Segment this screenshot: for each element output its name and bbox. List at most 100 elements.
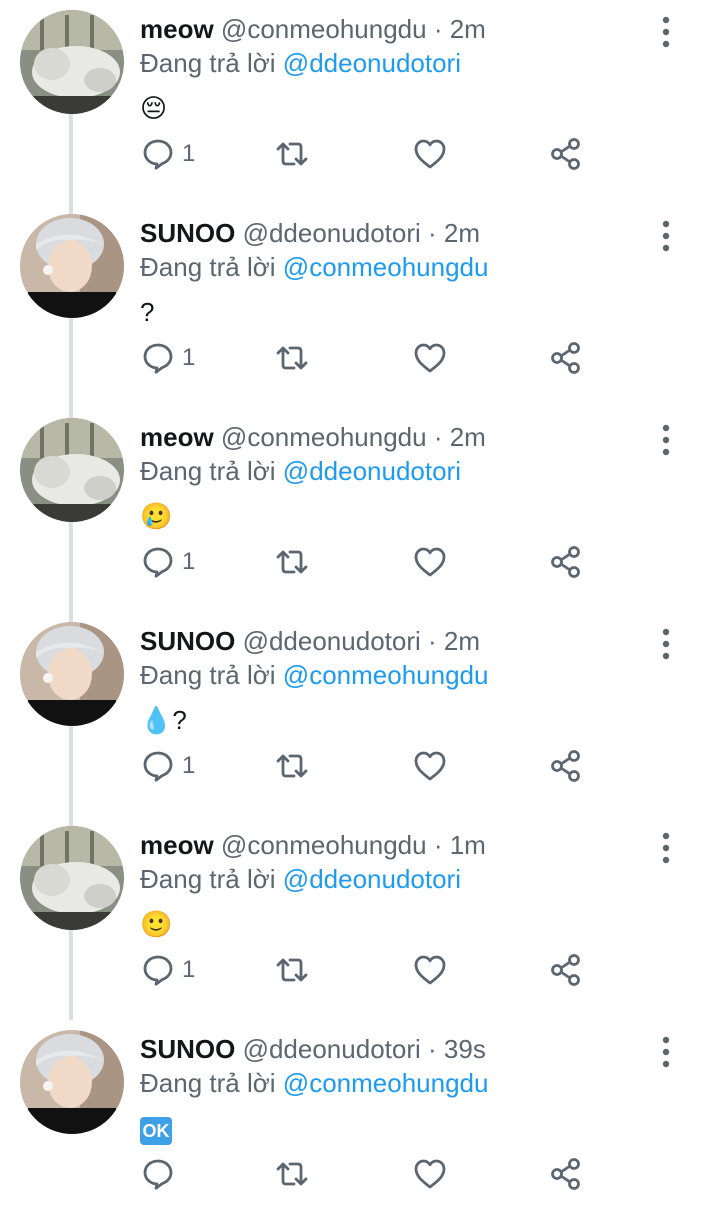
tweet-actions: 1	[140, 744, 600, 788]
like-button[interactable]	[412, 540, 448, 584]
more-vertical-icon	[662, 16, 670, 48]
more-options-button[interactable]	[652, 1034, 680, 1070]
handle[interactable]: @conmeohungdu	[221, 14, 427, 44]
reply-count: 1	[182, 548, 196, 575]
timestamp: · 2m	[433, 422, 486, 452]
reply-count: 1	[182, 752, 196, 779]
retweet-button[interactable]	[274, 1152, 310, 1196]
heart-icon	[414, 751, 446, 781]
share-button[interactable]	[548, 948, 584, 992]
share-icon	[551, 546, 580, 578]
more-options-button[interactable]	[652, 218, 680, 254]
replying-to-label: Đang trả lời	[140, 864, 276, 894]
tweet-actions: 1	[140, 132, 600, 176]
display-name[interactable]: meow	[140, 14, 214, 44]
display-name[interactable]: SUNOO	[140, 218, 235, 248]
replying-to-label: Đang trả lời	[140, 48, 276, 78]
share-button[interactable]	[548, 744, 584, 788]
more-vertical-icon	[662, 832, 670, 864]
tweet-text: 😔	[140, 93, 168, 123]
timestamp: · 2m	[428, 218, 481, 248]
replying-to: Đang trả lời @conmeohungdu	[140, 250, 488, 284]
replying-to: Đang trả lời @ddeonudotori	[140, 862, 461, 896]
avatar[interactable]	[20, 418, 124, 522]
share-icon	[551, 138, 580, 170]
display-name[interactable]: meow	[140, 830, 214, 860]
display-name[interactable]: meow	[140, 422, 214, 452]
like-button[interactable]	[412, 1152, 448, 1196]
handle[interactable]: @ddeonudotori	[243, 1034, 421, 1064]
replying-to: Đang trả lời @ddeonudotori	[140, 454, 461, 488]
replying-to-label: Đang trả lời	[140, 660, 276, 690]
tweet[interactable]: SUNOO @ddeonudotori · 2m Đang trả lời @c…	[0, 612, 720, 816]
retweet-icon	[276, 142, 308, 166]
tweet-text: 🥲	[140, 501, 173, 531]
like-button[interactable]	[412, 132, 448, 176]
reply-button[interactable]: 1	[140, 132, 195, 176]
handle[interactable]: @conmeohungdu	[221, 422, 427, 452]
person-avatar-image	[20, 622, 124, 726]
heart-icon	[414, 343, 446, 373]
tweet[interactable]: meow @conmeohungdu · 2m Đang trả lời @dd…	[0, 0, 720, 204]
more-options-button[interactable]	[652, 14, 680, 50]
mention-link[interactable]: @conmeohungdu	[283, 252, 489, 282]
reply-button[interactable]	[140, 1152, 182, 1196]
tweet-header: SUNOO @ddeonudotori · 39s	[140, 1032, 486, 1066]
tweet-header: SUNOO @ddeonudotori · 2m	[140, 624, 480, 658]
reply-icon	[143, 139, 173, 170]
tweet[interactable]: SUNOO @ddeonudotori · 2m Đang trả lời @c…	[0, 204, 720, 408]
retweet-icon	[276, 754, 308, 778]
tweet-actions	[140, 1152, 600, 1196]
tweet[interactable]: meow @conmeohungdu · 1m Đang trả lời @dd…	[0, 816, 720, 1020]
retweet-icon	[276, 550, 308, 574]
retweet-button[interactable]	[274, 540, 310, 584]
retweet-icon	[276, 958, 308, 982]
handle[interactable]: @ddeonudotori	[243, 218, 421, 248]
heart-icon	[414, 1159, 446, 1189]
mention-link[interactable]: @conmeohungdu	[283, 660, 489, 690]
heart-icon	[414, 955, 446, 985]
display-name[interactable]: SUNOO	[140, 1034, 235, 1064]
mention-link[interactable]: @conmeohungdu	[283, 1068, 489, 1098]
mention-link[interactable]: @ddeonudotori	[283, 456, 461, 486]
tweet[interactable]: SUNOO @ddeonudotori · 39s Đang trả lời @…	[0, 1020, 720, 1224]
replying-to-label: Đang trả lời	[140, 252, 276, 282]
tweet[interactable]: meow @conmeohungdu · 2m Đang trả lời @dd…	[0, 408, 720, 612]
cat-avatar-image	[20, 826, 124, 930]
avatar[interactable]	[20, 826, 124, 930]
share-button[interactable]	[548, 1152, 584, 1196]
tweet-header: meow @conmeohungdu · 1m	[140, 828, 486, 862]
reply-button[interactable]: 1	[140, 336, 195, 380]
heart-icon	[414, 139, 446, 169]
retweet-button[interactable]	[274, 336, 310, 380]
like-button[interactable]	[412, 336, 448, 380]
retweet-button[interactable]	[274, 744, 310, 788]
mention-link[interactable]: @ddeonudotori	[283, 48, 461, 78]
more-vertical-icon	[662, 220, 670, 252]
display-name[interactable]: SUNOO	[140, 626, 235, 656]
more-options-button[interactable]	[652, 830, 680, 866]
reply-button[interactable]: 1	[140, 744, 195, 788]
share-button[interactable]	[548, 132, 584, 176]
handle[interactable]: @ddeonudotori	[243, 626, 421, 656]
more-vertical-icon	[662, 628, 670, 660]
mention-link[interactable]: @ddeonudotori	[283, 864, 461, 894]
reply-button[interactable]: 1	[140, 948, 195, 992]
avatar[interactable]	[20, 1030, 124, 1134]
more-options-button[interactable]	[652, 422, 680, 458]
reply-icon	[143, 343, 173, 374]
share-button[interactable]	[548, 336, 584, 380]
like-button[interactable]	[412, 744, 448, 788]
avatar[interactable]	[20, 622, 124, 726]
more-options-button[interactable]	[652, 626, 680, 662]
handle[interactable]: @conmeohungdu	[221, 830, 427, 860]
avatar[interactable]	[20, 10, 124, 114]
reply-button[interactable]: 1	[140, 540, 195, 584]
avatar[interactable]	[20, 214, 124, 318]
retweet-button[interactable]	[274, 948, 310, 992]
retweet-button[interactable]	[274, 132, 310, 176]
tweet-actions: 1	[140, 336, 600, 380]
share-icon	[551, 342, 580, 374]
share-button[interactable]	[548, 540, 584, 584]
like-button[interactable]	[412, 948, 448, 992]
